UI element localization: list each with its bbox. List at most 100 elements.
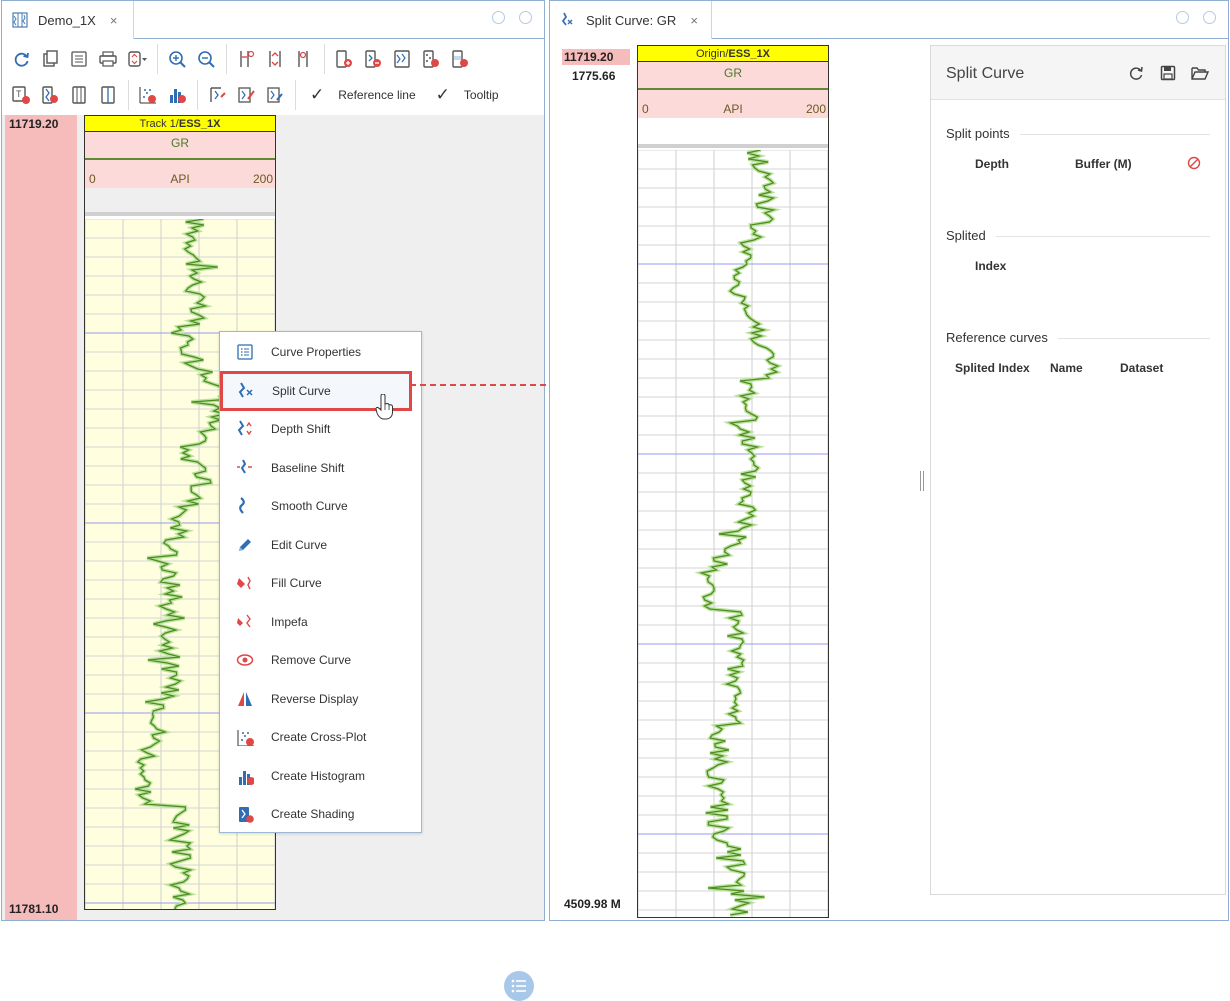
menu-item-baseline-shift[interactable]: Baseline Shift [220, 449, 421, 487]
menu-item-label: Edit Curve [271, 537, 328, 552]
open-folder-icon[interactable] [1191, 64, 1209, 82]
menu-item-reverse-display[interactable]: Reverse Display [220, 680, 421, 718]
add-text-track-icon[interactable]: T [10, 84, 32, 106]
curve-header[interactable]: GR 0 API 200 [638, 62, 828, 118]
print-icon[interactable] [97, 48, 119, 70]
tooltip-toggle[interactable]: ✓ Tooltip [436, 85, 499, 105]
menu-item-label: Baseline Shift [271, 460, 345, 475]
track-title[interactable]: Origin/ESS_1X [638, 46, 828, 62]
depth-top-label: 11719.20 [9, 117, 59, 131]
curve-header[interactable]: GR 0 API 200 [85, 132, 275, 188]
menu-item-label: Curve Properties [271, 345, 362, 359]
curve-unit: API [723, 102, 743, 116]
tab-split-curve[interactable]: Split Curve: GR × [550, 1, 712, 39]
split-preview-track[interactable]: Origin/ESS_1X GR 0 API 200 [637, 45, 829, 918]
refresh-icon[interactable] [10, 48, 32, 70]
column-splited-index: Splited Index [955, 361, 1030, 375]
curve-unit: API [170, 172, 190, 186]
curve-max: 200 [252, 172, 273, 186]
check-icon: ✓ [435, 85, 450, 104]
depth-shift-icon [236, 420, 254, 438]
add-curve-icon[interactable] [39, 84, 61, 106]
add-array-icon[interactable] [68, 84, 90, 106]
reverse-icon [236, 690, 254, 708]
close-window-icon[interactable] [519, 11, 532, 24]
depth-bottom-label: 11781.10 [9, 902, 59, 916]
add-zone-track-icon[interactable] [449, 48, 471, 70]
column-buffer: Buffer (M) [1075, 157, 1132, 171]
menu-item-smooth-curve[interactable]: Smooth Curve [220, 487, 421, 525]
track-add-icon[interactable] [235, 48, 257, 70]
reference-line-toggle-label: Reference line [338, 88, 416, 102]
right-tab-bar: Split Curve: GR × [550, 1, 1228, 39]
menu-item-fill-curve[interactable]: Fill Curve [220, 564, 421, 602]
curve-header-line [85, 158, 275, 160]
clear-icon[interactable] [1187, 156, 1201, 173]
left-tab-bar: Demo_1X × [2, 1, 544, 39]
refresh-icon[interactable] [1127, 64, 1145, 82]
curve-name: GR [171, 136, 189, 150]
menu-item-create-histogram[interactable]: Create Histogram [220, 757, 421, 795]
section-title: Split points [946, 126, 1020, 141]
curve-annotate-icon[interactable] [235, 84, 257, 106]
menu-fab-button[interactable] [504, 971, 534, 1001]
menu-item-edit-curve[interactable]: Edit Curve [220, 526, 421, 564]
list-icon[interactable] [68, 48, 90, 70]
menu-item-label: Depth Shift [271, 422, 331, 436]
menu-item-impefa[interactable]: Impefa [220, 603, 421, 641]
add-ruler-icon[interactable] [97, 84, 119, 106]
panel-title: Split Curve [946, 65, 1025, 82]
tab-title: Split Curve: GR [586, 12, 677, 28]
close-window-icon[interactable] [1203, 11, 1216, 24]
menu-item-label: Fill Curve [271, 576, 322, 590]
curve-plot[interactable] [638, 150, 828, 917]
split-curve-icon [237, 381, 255, 400]
remove-eye-icon [236, 651, 254, 669]
curve-edit-icon[interactable] [206, 84, 228, 106]
restore-icon[interactable] [492, 11, 505, 24]
column-index: Index [975, 259, 1007, 273]
crossplot-icon[interactable] [137, 84, 159, 106]
restore-icon[interactable] [1176, 11, 1189, 24]
save-icon[interactable] [1159, 64, 1177, 82]
close-icon[interactable]: × [110, 13, 118, 28]
shading-icon [236, 805, 254, 823]
splited-section: Splited [946, 228, 1210, 243]
scale-dropdown-icon[interactable] [126, 48, 148, 70]
add-depth-track-icon[interactable] [362, 48, 384, 70]
properties-icon [236, 343, 254, 361]
histogram-icon [236, 767, 254, 785]
add-image-track-icon[interactable] [391, 48, 413, 70]
split-panel-header: Split Curve [931, 46, 1225, 100]
copy-icon[interactable] [39, 48, 61, 70]
zoom-in-icon[interactable] [166, 48, 188, 70]
menu-item-create-shading[interactable]: Create Shading [220, 795, 421, 833]
reference-curves-section: Reference curves [946, 330, 1210, 345]
add-log-track-icon[interactable] [333, 48, 355, 70]
column-dataset: Dataset [1120, 361, 1164, 375]
column-name: Name [1050, 361, 1083, 375]
menu-item-remove-curve[interactable]: Remove Curve [220, 641, 421, 679]
menu-item-curve-properties[interactable]: Curve Properties [220, 333, 421, 371]
tab-demo[interactable]: Demo_1X × [2, 1, 134, 39]
menu-item-label: Create Histogram [271, 768, 366, 783]
curve-tool-icon[interactable] [264, 84, 286, 106]
reference-line-toggle[interactable]: ✓ Reference line [310, 85, 416, 105]
hand-cursor-icon [375, 394, 393, 420]
menu-item-label: Create Shading [271, 807, 355, 821]
log-plot-window: Demo_1X × T ✓ Reference line ✓ Tooltip 11719… [1, 0, 545, 1001]
add-tadpole-track-icon[interactable] [420, 48, 442, 70]
menu-item-label: Reverse Display [271, 691, 359, 706]
track-title[interactable]: Track 1/ESS_1X [85, 116, 275, 132]
track-marker-icon[interactable] [293, 48, 315, 70]
baseline-shift-icon [236, 459, 254, 477]
histogram-icon[interactable] [166, 84, 188, 106]
menu-item-label: Split Curve [272, 383, 331, 398]
depth-current-label: 1775.66 [572, 69, 616, 83]
menu-item-label: Impefa [271, 614, 308, 629]
menu-item-create-cross-plot[interactable]: Create Cross-Plot [220, 718, 421, 756]
track-resize-icon[interactable] [264, 48, 286, 70]
zoom-out-icon[interactable] [195, 48, 217, 70]
close-icon[interactable]: × [690, 13, 698, 28]
panel-splitter-handle[interactable] [920, 471, 924, 491]
